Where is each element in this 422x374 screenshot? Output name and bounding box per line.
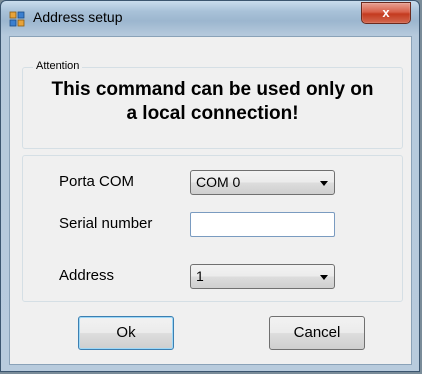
app-window-icon <box>9 11 25 27</box>
serial-number-input[interactable] <box>190 212 335 237</box>
attention-legend: Attention <box>33 60 83 72</box>
address-value: 1 <box>196 268 204 284</box>
window-title: Address setup <box>33 9 123 25</box>
attention-message: This command can be used only on a local… <box>22 78 403 126</box>
close-icon: x <box>382 5 390 20</box>
porta-com-label: Porta COM <box>59 173 135 190</box>
close-button[interactable]: x <box>361 2 411 24</box>
attention-message-line1: This command can be used only on <box>51 79 374 100</box>
porta-com-select[interactable]: COM 0 <box>190 170 335 195</box>
address-setup-dialog: Address setup x Attention This command c… <box>0 0 420 372</box>
address-select[interactable]: 1 <box>190 264 335 289</box>
attention-message-line2: a local connection! <box>126 103 299 124</box>
cancel-button[interactable]: Cancel <box>269 316 365 350</box>
address-label: Address <box>59 267 115 284</box>
title-bar[interactable]: Address setup x <box>1 1 419 35</box>
serial-number-label: Serial number <box>59 215 153 232</box>
dialog-client-area: Attention This command can be used only … <box>9 36 412 365</box>
ok-button[interactable]: Ok <box>78 316 174 350</box>
chevron-down-icon <box>320 181 328 186</box>
porta-com-value: COM 0 <box>196 174 241 190</box>
chevron-down-icon <box>320 275 328 280</box>
